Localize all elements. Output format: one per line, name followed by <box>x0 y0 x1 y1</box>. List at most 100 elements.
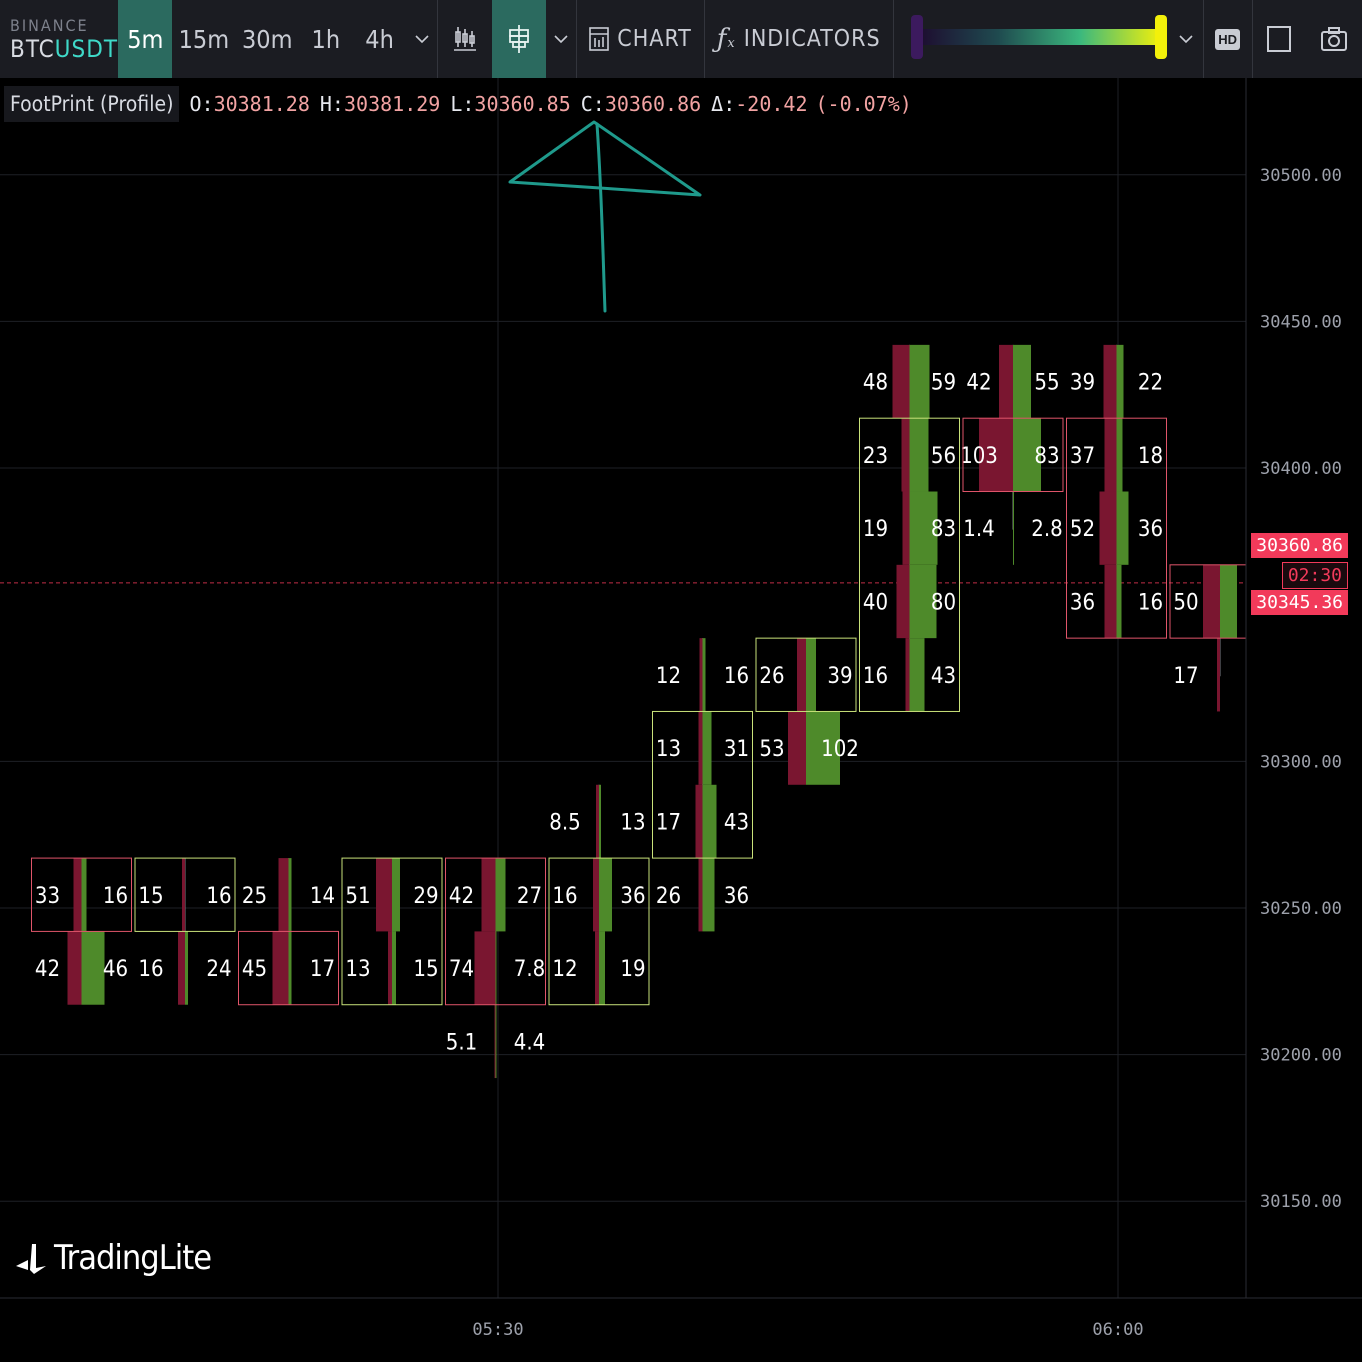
ask-volume-bar <box>1116 418 1123 492</box>
ask-volume-label: 16 <box>206 884 231 909</box>
bid-volume-bar <box>596 784 599 859</box>
brand-name: TradingLite <box>54 1238 212 1278</box>
ask-volume-bar <box>702 858 715 932</box>
delta-label: Δ: <box>711 92 736 116</box>
ask-volume-label: 19 <box>620 957 645 982</box>
bid-volume-bar <box>474 931 496 1005</box>
ask-volume-label: 39 <box>827 664 852 689</box>
bid-volume-label: 26 <box>759 664 784 689</box>
heatmap-range-slider[interactable] <box>894 0 1170 78</box>
bid-volume-bar <box>73 858 82 932</box>
price-tick-label: 30400.00 <box>1260 459 1342 479</box>
slider-handle-high[interactable] <box>1154 15 1167 59</box>
ask-volume-label: 36 <box>724 884 749 909</box>
ask-volume-label: 22 <box>1138 371 1163 396</box>
ask-volume-bar <box>909 344 930 419</box>
ask-volume-bar <box>495 1004 497 1079</box>
high-value: 30381.29 <box>343 92 441 116</box>
price-tick-label: 30250.00 <box>1260 899 1342 919</box>
ask-volume-bar <box>1116 564 1122 639</box>
bid-volume-label: 17 <box>1173 664 1198 689</box>
footprint-candle: 25 14 45 17 <box>238 858 339 1006</box>
exchange-name: BINANCE <box>10 15 89 35</box>
ask-volume-bar <box>909 638 925 712</box>
ask-volume-label: 16 <box>724 664 749 689</box>
indicators-button-label: INDICATORS <box>743 26 881 52</box>
ask-volume-bar <box>1013 344 1031 419</box>
low-price-tag: 30345.36 <box>1251 590 1348 615</box>
footprint-chart[interactable]: 4.33841253.83316424615161624251445175129… <box>0 78 1362 1362</box>
bid-volume-label: 12 <box>552 957 577 982</box>
chart-button-label: CHART <box>617 26 692 52</box>
price-tick-label: 30150.00 <box>1260 1192 1342 1212</box>
bid-volume-label: 13 <box>656 737 681 762</box>
chart-axes: 30500.00 30450.00 30400.00 30300.00 30250.00… <box>0 78 1362 1362</box>
candle-countdown-tag: 02:30 <box>1281 562 1348 589</box>
ask-volume-label: 46 <box>103 957 128 982</box>
fullscreen-icon[interactable] <box>1253 0 1307 78</box>
footprint-candle: 33 16 42 46 <box>31 857 132 1005</box>
ask-volume-bar <box>81 931 105 1005</box>
symbol-name: BTCUSDT <box>10 34 119 63</box>
bid-volume-label: 12 <box>656 664 681 689</box>
ask-volume-bar <box>702 784 717 859</box>
bid-volume-label: 16 <box>863 664 888 689</box>
chart-type-chevron-down-icon[interactable] <box>546 0 577 78</box>
candlestick-icon[interactable] <box>438 0 492 78</box>
ask-volume-label: 7.8 <box>514 957 545 982</box>
indicator-name[interactable]: FootPrint (Profile) <box>4 86 180 122</box>
timeframe-30m[interactable]: 30m <box>236 0 299 78</box>
chart-button[interactable]: CHART <box>577 0 704 78</box>
camera-icon[interactable] <box>1306 0 1362 78</box>
bid-volume-label: 5.1 <box>446 1030 477 1055</box>
ask-volume-label: 31 <box>724 737 749 762</box>
bid-volume-label: 26 <box>656 884 681 909</box>
bid-volume-label: 42 <box>35 957 60 982</box>
ask-volume-bar <box>1220 564 1237 639</box>
bid-volume-bar <box>376 858 392 932</box>
bid-volume-bar <box>388 931 392 1005</box>
ask-volume-label: 55 <box>1034 371 1059 396</box>
symbol-selector[interactable]: BINANCE BTCUSDT <box>0 0 118 78</box>
ask-volume-bar <box>185 931 188 1005</box>
bid-volume-label: 40 <box>863 590 888 615</box>
low-label: L: <box>450 92 475 116</box>
slider-chevron-down-icon[interactable] <box>1170 0 1203 78</box>
price-axis[interactable] <box>1246 78 1362 1298</box>
timeframe-1h[interactable]: 1h <box>299 0 353 78</box>
footprint-icon[interactable] <box>491 0 546 78</box>
bid-volume-label: 17 <box>656 810 681 835</box>
close-value: 30360.86 <box>604 92 702 116</box>
bid-volume-label: 48 <box>863 371 888 396</box>
drawn-arrow-annotation[interactable] <box>508 120 702 313</box>
price-tick-label: 30450.00 <box>1260 312 1342 332</box>
ask-volume-label: 59 <box>931 371 956 396</box>
chart-settings-icon <box>589 27 610 51</box>
timeframe-15m[interactable]: 15m <box>172 0 235 78</box>
ask-volume-label: 16 <box>103 884 128 909</box>
ask-volume-label: 43 <box>724 810 749 835</box>
bid-volume-label: 13 <box>345 957 370 982</box>
bid-volume-bar <box>178 931 185 1005</box>
bid-volume-label: 42 <box>966 371 991 396</box>
ask-volume-label: 13 <box>620 810 645 835</box>
ask-volume-bar <box>392 858 400 932</box>
bid-volume-label: 74 <box>449 957 474 982</box>
bid-volume-label: 42 <box>449 884 474 909</box>
ask-volume-label: 18 <box>1138 444 1163 469</box>
indicators-button[interactable]: ƒx INDICATORS <box>705 0 893 78</box>
bid-volume-bar <box>272 931 289 1005</box>
timeframe-5m[interactable]: 5m <box>118 0 173 78</box>
timeframe-chevron-down-icon[interactable] <box>406 0 437 78</box>
hd-toggle[interactable]: HD <box>1204 0 1252 78</box>
ask-volume-label: 36 <box>620 884 645 909</box>
timeframe-4h[interactable]: 4h <box>353 0 407 78</box>
close-label: C: <box>580 92 605 116</box>
bid-volume-bar <box>695 784 703 859</box>
ask-volume-bar <box>702 711 712 785</box>
footprint-candle: 39 22 37 18 52 36 36 16 <box>1066 344 1167 639</box>
ask-volume-bar <box>81 858 87 932</box>
delta-value: -20.42 <box>735 92 808 116</box>
slider-handle-low[interactable] <box>910 15 923 59</box>
time-axis[interactable] <box>0 1299 1362 1362</box>
